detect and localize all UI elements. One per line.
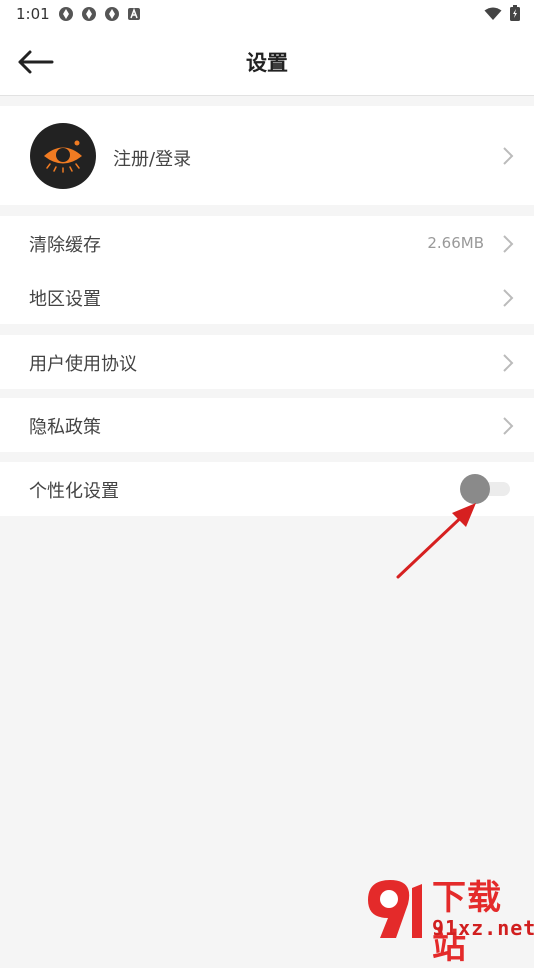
cache-size-value: 2.66MB bbox=[427, 234, 484, 252]
watermark-logo-icon bbox=[368, 880, 422, 938]
app-notification-icon bbox=[81, 6, 97, 22]
agreement-section: 用户使用协议 bbox=[0, 335, 534, 389]
user-agreement-row[interactable]: 用户使用协议 bbox=[0, 335, 534, 389]
status-time: 1:01 bbox=[16, 5, 50, 23]
watermark: 下载站 91xz.net bbox=[360, 870, 534, 967]
login-row[interactable]: 注册/登录 bbox=[0, 106, 534, 205]
chevron-right-icon bbox=[503, 289, 514, 307]
chevron-right-icon bbox=[503, 147, 514, 165]
status-bar: 1:01 bbox=[0, 0, 534, 28]
app-bar: 设置 bbox=[0, 28, 534, 96]
watermark-url: 91xz.net bbox=[432, 916, 534, 940]
chevron-right-icon bbox=[503, 417, 514, 435]
region-settings-label: 地区设置 bbox=[29, 289, 101, 310]
avatar bbox=[30, 123, 96, 189]
privacy-section: 隐私政策 bbox=[0, 398, 534, 452]
privacy-policy-row[interactable]: 隐私政策 bbox=[0, 398, 534, 452]
login-label: 注册/登录 bbox=[113, 149, 192, 170]
page-title: 设置 bbox=[246, 51, 288, 75]
battery-icon bbox=[510, 5, 520, 25]
wifi-icon bbox=[484, 6, 502, 25]
font-notification-icon bbox=[127, 6, 143, 22]
eye-logo-icon bbox=[44, 140, 82, 173]
app-notification-icon bbox=[104, 6, 120, 22]
user-agreement-label: 用户使用协议 bbox=[29, 354, 137, 375]
personalization-toggle[interactable] bbox=[458, 473, 512, 505]
privacy-policy-label: 隐私政策 bbox=[29, 417, 101, 438]
app-notification-icon bbox=[58, 6, 74, 22]
personalization-row: 个性化设置 bbox=[0, 462, 534, 516]
status-right bbox=[484, 5, 520, 25]
chevron-right-icon bbox=[503, 354, 514, 372]
clear-cache-row[interactable]: 清除缓存 2.66MB bbox=[0, 216, 534, 270]
storage-section: 清除缓存 2.66MB 地区设置 bbox=[0, 216, 534, 324]
chevron-right-icon bbox=[503, 235, 514, 253]
toggle-knob bbox=[460, 474, 490, 504]
personalization-label: 个性化设置 bbox=[29, 481, 119, 502]
notification-icons bbox=[58, 6, 143, 22]
personalization-section: 个性化设置 bbox=[0, 462, 534, 516]
clear-cache-label: 清除缓存 bbox=[29, 235, 101, 256]
region-settings-row[interactable]: 地区设置 bbox=[0, 270, 534, 324]
account-section: 注册/登录 bbox=[0, 106, 534, 205]
